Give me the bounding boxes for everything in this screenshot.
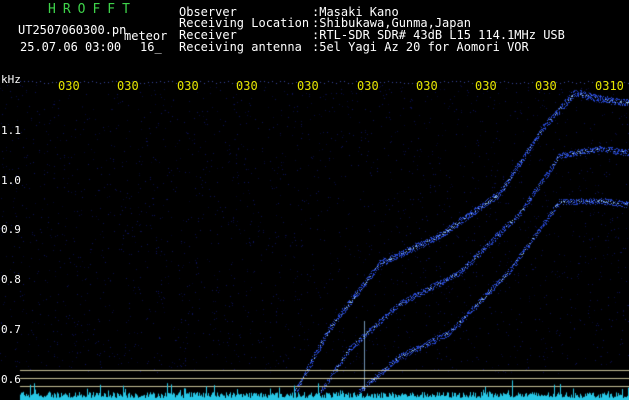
y-tick-label: 1.1 [1,124,21,137]
datetime-label: 25.07.06 03:00 [20,40,122,54]
time-tick-label: 030 [236,79,258,93]
time-tick-label: 030 [416,79,438,93]
time-tick-label: 030 [58,79,80,93]
y-tick-label: 0.9 [1,223,21,236]
time-tick-label: 030 [475,79,497,93]
count-label: 16_ [140,40,162,54]
time-tick-label: 030 [357,79,379,93]
y-tick-label: 0.6 [1,373,21,386]
time-tick-label: 030 [177,79,199,93]
time-tick-label: 0310 [595,79,624,93]
axis-unit-label: kHz [1,73,21,86]
time-tick-label: 030 [535,79,557,93]
file-name: UT2507060300.pn [18,23,127,37]
spectrogram-canvas [0,71,629,400]
y-tick-label: 0.7 [1,323,21,336]
antenna-value: :5el Yagi Az 20 for Aomori VOR [312,40,529,54]
spectrogram-window: HROFFT UT2507060300.pn meteor 25.07.06 0… [0,0,629,400]
y-tick-label: 1.0 [1,174,21,187]
hrofft-logo: HROFFT [48,2,137,17]
time-tick-label: 030 [297,79,319,93]
time-tick-label: 030 [117,79,139,93]
y-tick-label: 0.8 [1,273,21,286]
antenna-label: Receiving antenna [179,40,302,54]
